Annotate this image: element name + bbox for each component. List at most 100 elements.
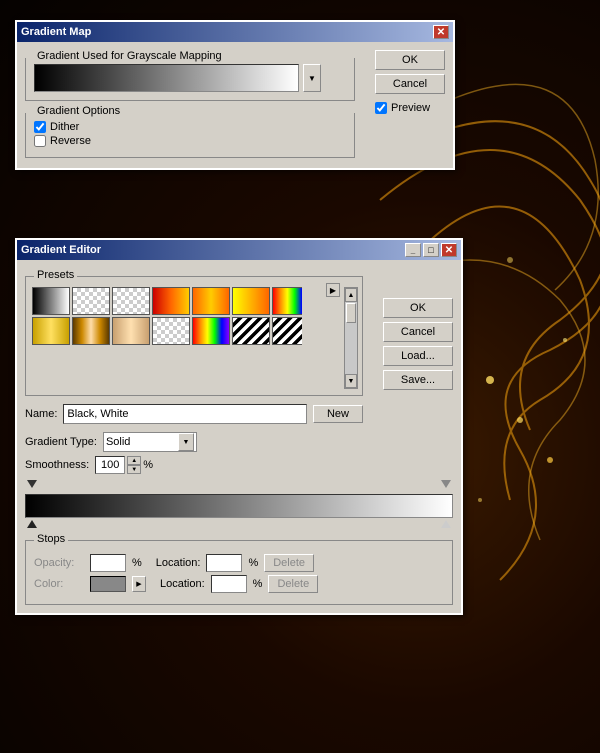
opacity-unit: % bbox=[132, 557, 142, 569]
preset-swatch-bw[interactable] bbox=[32, 287, 70, 315]
reverse-checkbox[interactable] bbox=[34, 135, 46, 147]
right-color-stop-marker bbox=[441, 520, 451, 528]
gradient-type-select[interactable]: Solid ▼ bbox=[103, 432, 197, 452]
grayscale-box: Gradient Used for Grayscale Mapping ▼ bbox=[25, 58, 355, 101]
gradient-type-label: Gradient Type: bbox=[25, 436, 97, 448]
dither-label: Dither bbox=[50, 121, 79, 133]
smoothness-label: Smoothness: bbox=[25, 459, 89, 471]
gradient-color-bar[interactable] bbox=[25, 494, 453, 518]
gradient-editor-dialog: Gradient Editor _ □ ✕ OK Cancel Load... … bbox=[15, 238, 463, 615]
grayscale-legend: Gradient Used for Grayscale Mapping bbox=[34, 50, 225, 62]
preset-swatch-yellow-orange[interactable] bbox=[232, 287, 270, 315]
reverse-row: Reverse bbox=[34, 135, 346, 147]
ok-button[interactable]: OK bbox=[375, 50, 445, 70]
smoothness-input[interactable] bbox=[95, 456, 125, 474]
preset-swatch-rainbow2[interactable] bbox=[192, 317, 230, 345]
gradient-type-value: Solid bbox=[106, 436, 176, 448]
grayscale-group: Gradient Used for Grayscale Mapping ▼ Gr… bbox=[25, 58, 355, 158]
gradient-editor-titlebar[interactable]: Gradient Editor _ □ ✕ bbox=[17, 240, 461, 260]
left-color-stop-marker bbox=[27, 520, 37, 528]
opacity-location-input[interactable] bbox=[206, 554, 242, 572]
presets-legend: Presets bbox=[34, 269, 77, 281]
opacity-stops-control-row: Opacity: % Location: % Delete bbox=[34, 554, 444, 572]
presets-container: Presets ▶ bbox=[25, 276, 363, 396]
gradient-type-row: Gradient Type: Solid ▼ bbox=[25, 432, 453, 452]
editor-ok-button[interactable]: OK bbox=[383, 298, 453, 318]
gradient-map-dialog: Gradient Map ✕ OK Cancel Preview Gradien… bbox=[15, 20, 455, 170]
presets-row-2 bbox=[32, 317, 302, 345]
smoothness-down-button[interactable]: ▼ bbox=[127, 465, 141, 474]
right-stop-marker bbox=[441, 480, 451, 488]
maximize-button[interactable]: □ bbox=[423, 243, 439, 257]
scrollbar-thumb[interactable] bbox=[346, 303, 356, 323]
color-swatch[interactable] bbox=[90, 576, 126, 592]
preset-swatch-transparent3[interactable] bbox=[152, 317, 190, 345]
name-row: Name: New bbox=[25, 404, 363, 424]
opacity-location-unit: % bbox=[248, 557, 258, 569]
left-stop-marker bbox=[27, 480, 37, 488]
gradient-map-titlebar[interactable]: Gradient Map ✕ bbox=[17, 22, 453, 42]
preset-swatch-transparent2[interactable] bbox=[112, 287, 150, 315]
preset-swatch-red[interactable] bbox=[152, 287, 190, 315]
titlebar-buttons: ✕ bbox=[433, 25, 449, 39]
gradient-preview-bar[interactable] bbox=[34, 64, 299, 92]
dither-checkbox[interactable] bbox=[34, 121, 46, 133]
save-button[interactable]: Save... bbox=[383, 370, 453, 390]
color-location-input[interactable] bbox=[211, 575, 247, 593]
editor-close-button[interactable]: ✕ bbox=[441, 243, 457, 257]
right-buttons: OK Cancel Preview bbox=[375, 50, 445, 116]
preset-swatch-skin[interactable] bbox=[112, 317, 150, 345]
preview-checkbox[interactable] bbox=[375, 102, 387, 114]
preset-swatch-gold[interactable] bbox=[32, 317, 70, 345]
preset-swatch-diagonal2[interactable] bbox=[272, 317, 302, 345]
preset-swatch-diagonal[interactable] bbox=[232, 317, 270, 345]
editor-cancel-button[interactable]: Cancel bbox=[383, 322, 453, 342]
preview-row: Preview bbox=[375, 102, 445, 114]
opacity-value-input[interactable] bbox=[90, 554, 126, 572]
right-opacity-stop[interactable] bbox=[441, 480, 451, 492]
preset-swatch-rainbow[interactable] bbox=[272, 287, 302, 315]
preset-swatch-copper[interactable] bbox=[72, 317, 110, 345]
presets-scrollbar[interactable]: ▲ ▼ bbox=[344, 287, 358, 389]
opacity-location-label: Location: bbox=[156, 557, 201, 569]
gradient-preview-container: ▼ bbox=[34, 64, 346, 92]
smoothness-control: ▲ ▼ % bbox=[95, 456, 153, 474]
color-delete-button[interactable]: Delete bbox=[268, 575, 318, 593]
gradient-options-box: Gradient Options Dither Reverse bbox=[25, 113, 355, 158]
color-spin-button[interactable]: ▶ bbox=[132, 576, 146, 592]
opacity-delete-button[interactable]: Delete bbox=[264, 554, 314, 572]
scrollbar-down-button[interactable]: ▼ bbox=[345, 374, 357, 388]
color-stops-row bbox=[25, 520, 453, 532]
color-label: Color: bbox=[34, 578, 84, 590]
minimize-button[interactable]: _ bbox=[405, 243, 421, 257]
new-button[interactable]: New bbox=[313, 405, 363, 423]
scrollbar-up-button[interactable]: ▲ bbox=[345, 288, 357, 302]
smoothness-up-button[interactable]: ▲ bbox=[127, 456, 141, 465]
left-color-stop[interactable] bbox=[27, 520, 37, 532]
presets-area: Presets ▶ bbox=[25, 276, 363, 396]
color-location-unit: % bbox=[253, 578, 263, 590]
opacity-label: Opacity: bbox=[34, 557, 84, 569]
color-stops-control-row: Color: ▶ Location: % Delete bbox=[34, 575, 444, 593]
right-color-stop[interactable] bbox=[441, 520, 451, 532]
presets-scroll-area bbox=[32, 287, 302, 345]
preset-swatch-transparent[interactable] bbox=[72, 287, 110, 315]
reverse-label: Reverse bbox=[50, 135, 91, 147]
stops-legend: Stops bbox=[34, 533, 68, 545]
gradient-dropdown-arrow[interactable]: ▼ bbox=[303, 64, 321, 92]
gradient-bar-area bbox=[25, 480, 453, 532]
dither-row: Dither bbox=[34, 121, 346, 133]
cancel-button[interactable]: Cancel bbox=[375, 74, 445, 94]
gradient-type-dropdown-arrow[interactable]: ▼ bbox=[178, 433, 194, 451]
close-button[interactable]: ✕ bbox=[433, 25, 449, 39]
editor-right-buttons: OK Cancel Load... Save... bbox=[383, 298, 453, 390]
load-button[interactable]: Load... bbox=[383, 346, 453, 366]
smoothness-spinner: ▲ ▼ bbox=[127, 456, 141, 474]
presets-row-1 bbox=[32, 287, 302, 315]
preset-swatch-orange[interactable] bbox=[192, 287, 230, 315]
smoothness-unit: % bbox=[143, 459, 153, 471]
presets-expand-button[interactable]: ▶ bbox=[326, 283, 340, 297]
left-opacity-stop[interactable] bbox=[27, 480, 37, 492]
opacity-stops-row bbox=[25, 480, 453, 492]
name-input[interactable] bbox=[63, 404, 307, 424]
